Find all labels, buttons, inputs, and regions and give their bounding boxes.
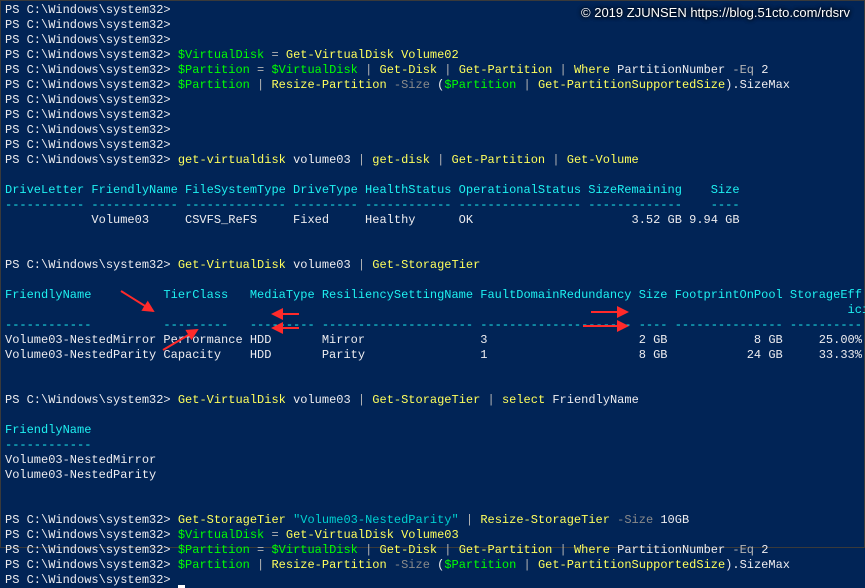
table-header: FriendlyName TierClass MediaType Resilie…	[5, 288, 865, 317]
table-header: FriendlyName	[5, 423, 91, 437]
cmd-line: PS C:\Windows\system32> Get-VirtualDisk …	[5, 393, 639, 407]
prompt-line: PS C:\Windows\system32>	[5, 108, 171, 122]
cmd-line: PS C:\Windows\system32> $Partition = $Vi…	[5, 63, 768, 77]
prompt-line: PS C:\Windows\system32>	[5, 3, 171, 17]
table-sep: ------------ --------- --------- -------…	[5, 318, 862, 332]
cmd-line: PS C:\Windows\system32> $VirtualDisk = G…	[5, 528, 459, 542]
table-row: Volume03-NestedParity Capacity HDD Parit…	[5, 348, 862, 362]
table-row: Volume03 CSVFS_ReFS Fixed Healthy OK 3.5…	[5, 213, 740, 227]
cmd-line: PS C:\Windows\system32> get-virtualdisk …	[5, 153, 639, 167]
table-row: Volume03-NestedParity	[5, 468, 156, 482]
cmd-line: PS C:\Windows\system32>	[5, 573, 185, 587]
table-header: DriveLetter FriendlyName FileSystemType …	[5, 183, 740, 197]
terminal[interactable]: PS C:\Windows\system32> PS C:\Windows\sy…	[1, 1, 864, 588]
cmd-line: PS C:\Windows\system32> $Partition | Res…	[5, 558, 790, 572]
cmd-line: PS C:\Windows\system32> $Partition = $Vi…	[5, 543, 768, 557]
prompt-line: PS C:\Windows\system32>	[5, 33, 171, 47]
prompt-line: PS C:\Windows\system32>	[5, 18, 171, 32]
cmd-line: PS C:\Windows\system32> $VirtualDisk = G…	[5, 48, 459, 62]
table-sep: ----------- ------------ -------------- …	[5, 198, 740, 212]
prompt-line: PS C:\Windows\system32>	[5, 123, 171, 137]
table-row: Volume03-NestedMirror Performance HDD Mi…	[5, 333, 862, 347]
cmd-line: PS C:\Windows\system32> $Partition | Res…	[5, 78, 790, 92]
table-row: Volume03-NestedMirror	[5, 453, 156, 467]
prompt-line: PS C:\Windows\system32>	[5, 138, 171, 152]
table-sep: ------------	[5, 438, 91, 452]
cmd-line: PS C:\Windows\system32> Get-VirtualDisk …	[5, 258, 480, 272]
prompt-line: PS C:\Windows\system32>	[5, 93, 171, 107]
cmd-line: PS C:\Windows\system32> Get-StorageTier …	[5, 513, 689, 527]
